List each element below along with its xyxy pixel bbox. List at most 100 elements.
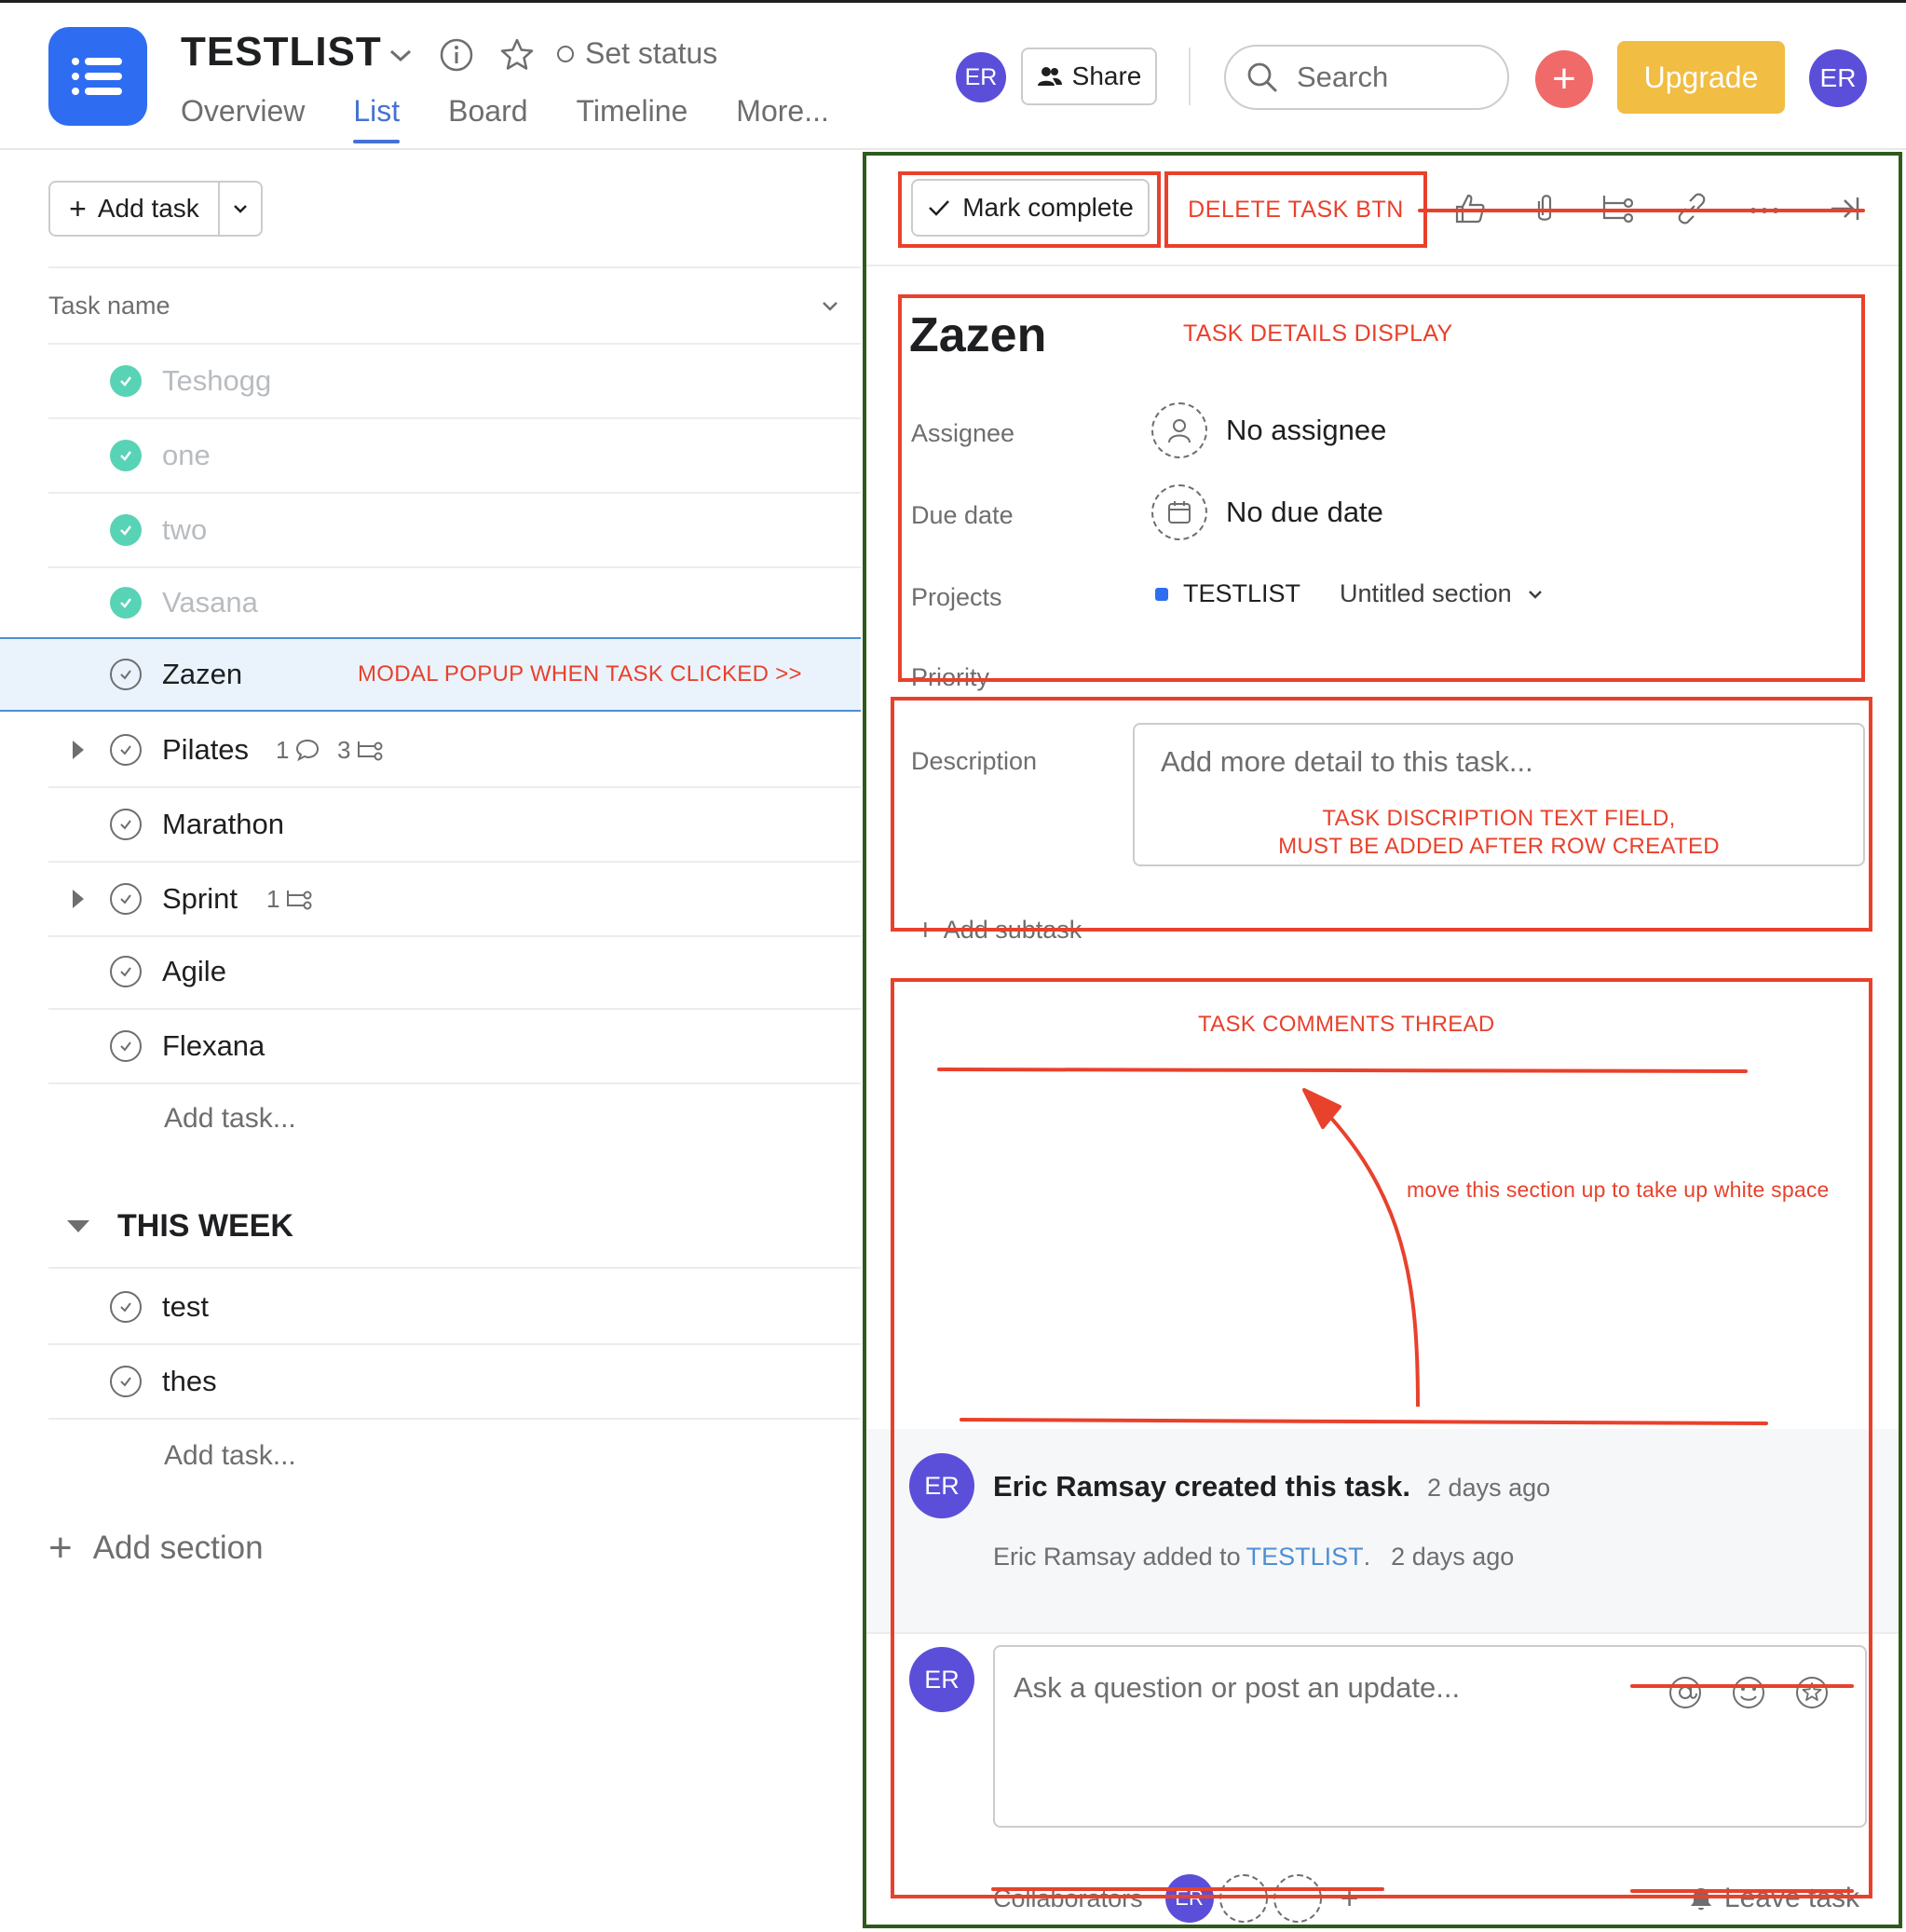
subtask-icon [358,742,383,761]
activity-avatar[interactable]: ER [909,1453,974,1518]
subtask-count[interactable]: 3 [337,736,384,765]
annotation-modal-note: MODAL POPUP WHEN TASK CLICKED >> [358,661,802,687]
project-list-icon[interactable] [48,27,147,126]
completed-check-icon[interactable] [110,514,142,546]
bell-icon [1690,1888,1711,1911]
link-icon[interactable] [1673,190,1710,227]
task-row[interactable]: Agile [48,935,861,1010]
description-label: Description [911,747,1038,775]
task-name: Vasana [162,586,258,619]
add-subtask-button[interactable]: + Add subtask [917,915,1082,945]
upgrade-button[interactable]: Upgrade [1617,41,1785,114]
member-avatar[interactable]: ER [956,52,1006,102]
complete-check-icon[interactable] [110,956,142,987]
activity-added-suffix: . [1363,1543,1371,1571]
collaborator-avatar[interactable]: ER [1164,1874,1214,1923]
comment-input[interactable]: Ask a question or post an update... [993,1645,1867,1828]
share-button[interactable]: Share [1021,48,1157,105]
task-row[interactable]: one [48,419,861,494]
completed-check-icon[interactable] [110,440,142,471]
subtask-icon[interactable] [1599,190,1636,227]
task-row-selected[interactable]: Zazen MODAL POPUP WHEN TASK CLICKED >> [0,637,861,712]
complete-check-icon[interactable] [110,659,142,690]
task-row[interactable]: thes [48,1345,861,1420]
leave-task-button[interactable]: Leave task [1687,1883,1859,1914]
task-row[interactable]: Sprint 1 [48,863,861,937]
user-avatar[interactable]: ER [1809,49,1867,107]
emoji-icon[interactable] [1731,1675,1766,1710]
completed-check-icon[interactable] [110,587,142,619]
project-name[interactable]: TESTLIST [1183,579,1300,608]
comment-icon [296,739,320,762]
complete-check-icon[interactable] [110,734,142,766]
assignee-field[interactable]: No assignee [1151,402,1386,458]
delete-task-button[interactable]: DELETE TASK BTN [1166,173,1425,246]
project-section-dropdown[interactable]: Untitled section [1340,579,1545,608]
task-title[interactable]: Zazen [909,307,1046,363]
subtask-count[interactable]: 1 [266,885,313,914]
task-row[interactable]: Teshogg [48,345,861,419]
annotation-description-line2: MUST BE ADDED AFTER ROW CREATED [1278,834,1720,859]
search-input[interactable]: Search [1224,45,1509,110]
attachment-icon[interactable] [1526,190,1563,227]
add-task-dropdown[interactable] [220,197,261,220]
chevron-down-icon[interactable] [382,36,419,74]
info-icon[interactable] [438,36,475,74]
mark-complete-button[interactable]: Mark complete [911,179,1150,237]
complete-check-icon[interactable] [110,809,142,840]
comment-divider [866,1632,1899,1634]
tab-timeline[interactable]: Timeline [577,94,688,143]
task-name: one [162,439,211,471]
tab-more[interactable]: More... [736,94,829,143]
toolbar-divider [866,265,1899,266]
annotation-task-details: TASK DETAILS DISPLAY [1183,320,1453,347]
complete-check-icon[interactable] [110,883,142,915]
add-task-inline[interactable]: Add task... [164,1103,296,1135]
annotation-comments-thread: TASK COMMENTS THREAD [1198,1012,1495,1037]
projects-field[interactable]: TESTLIST Untitled section [1155,579,1545,608]
activity-project-link[interactable]: TESTLIST [1246,1543,1364,1571]
star-icon[interactable] [1794,1675,1830,1710]
add-task-button[interactable]: + Add task [48,181,263,237]
thumbs-up-icon[interactable] [1451,190,1489,227]
task-row[interactable]: Vasana [48,566,861,641]
activity-added: Eric Ramsay added to TESTLIST. 2 days ag… [993,1543,1514,1571]
more-options-icon[interactable] [1746,190,1783,227]
task-row[interactable]: Pilates 1 3 [48,714,861,788]
tab-list[interactable]: List [353,94,400,143]
task-row[interactable]: two [48,494,861,568]
task-row[interactable]: Flexana [48,1010,861,1084]
add-subtask-label: Add subtask [943,915,1082,944]
completed-check-icon[interactable] [110,365,142,397]
add-task-inline[interactable]: Add task... [164,1440,296,1472]
add-section-label: Add section [92,1530,264,1566]
add-task-main[interactable]: + Add task [50,183,220,235]
due-date-field[interactable]: No due date [1151,484,1383,540]
task-row[interactable]: Marathon [48,788,861,863]
star-icon[interactable] [498,36,536,74]
add-collaborator-button[interactable]: + [1341,1881,1359,1917]
task-row[interactable]: test [48,1271,861,1345]
annotation-move-note: move this section up to take up white sp… [1407,1177,1830,1202]
share-label: Share [1071,61,1142,90]
add-collaborator-placeholder-icon[interactable] [1218,1874,1268,1923]
collapse-triangle-icon[interactable] [67,1219,89,1232]
expand-triangle-icon[interactable] [73,890,84,908]
chevron-down-icon[interactable] [818,293,842,318]
complete-check-icon[interactable] [110,1366,142,1397]
comment-count[interactable]: 1 [276,736,320,765]
close-pane-icon[interactable] [1826,190,1863,227]
tab-overview[interactable]: Overview [181,94,305,143]
add-collaborator-placeholder-icon[interactable] [1273,1874,1322,1923]
tab-board[interactable]: Board [448,94,527,143]
complete-check-icon[interactable] [110,1030,142,1062]
set-status-button[interactable]: Set status [557,36,717,71]
description-field[interactable]: Add more detail to this task... TASK DIS… [1133,723,1865,866]
mention-icon[interactable] [1668,1675,1703,1710]
mark-complete-label: Mark complete [962,193,1134,222]
complete-check-icon[interactable] [110,1291,142,1323]
expand-triangle-icon[interactable] [73,741,84,759]
section-header[interactable]: THIS WEEK [48,1185,861,1269]
add-section-button[interactable]: + Add section [48,1528,264,1569]
quick-add-button[interactable]: + [1535,50,1593,108]
